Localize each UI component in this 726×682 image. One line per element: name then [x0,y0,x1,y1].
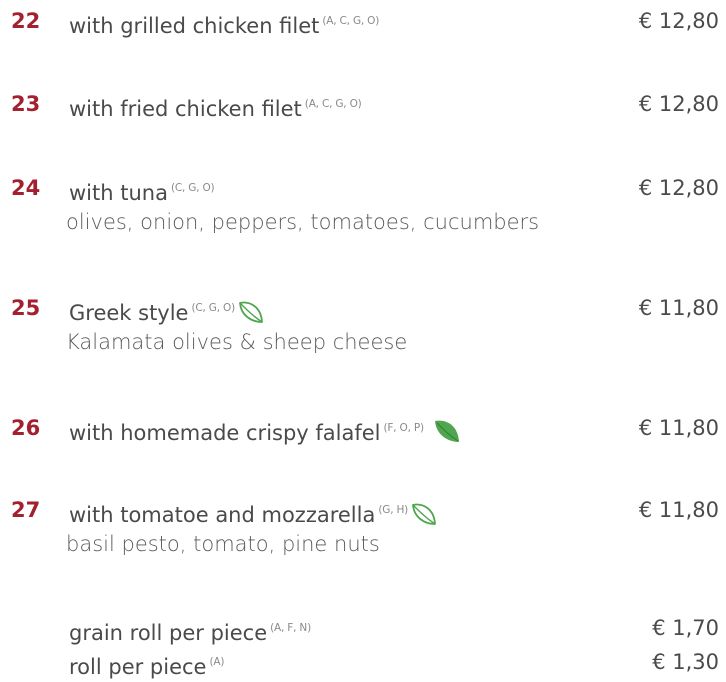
item-name: with tomatoe and mozzarella [69,503,376,527]
vegan-leaf-filled-icon [432,418,464,446]
item-description: Kalamata olives & sheep cheese [66,330,408,354]
item-title: with grilled chicken filet (A, C, G, O) [69,6,379,41]
item-allergens: (A, C, G, O) [322,15,380,27]
item-number: 24 [11,176,41,200]
extra-price: € 1,70 [652,616,719,640]
item-allergens: (G, H) [378,504,409,516]
item-price: € 11,80 [638,296,719,320]
item-allergens: (C, G, O) [170,182,215,194]
item-price: € 11,80 [638,416,719,440]
item-name: with fried chicken filet [69,97,302,121]
item-description: olives, onion, peppers, tomatoes, cucumb… [66,210,540,234]
item-title: with homemade crispy falafel (F, O, P) [69,413,464,448]
item-number: 22 [11,9,41,33]
item-number: 26 [11,416,41,440]
item-allergens: (F, O, P) [383,422,425,434]
item-price: € 12,80 [638,9,719,33]
item-price: € 11,80 [638,498,719,522]
item-name: with tuna [69,181,168,205]
extra-allergens: (A) [209,656,225,668]
extra-price: € 1,30 [652,650,719,674]
extra-allergens: (A, F, N) [270,622,311,634]
extra-name: grain roll per piece [69,621,268,645]
item-name: with grilled chicken filet [69,14,320,38]
item-number: 23 [11,92,41,116]
item-number: 27 [11,498,41,522]
menu-list: 22 with grilled chicken filet (A, C, G, O… [0,0,726,681]
vegetarian-leaf-outline-icon [237,300,267,326]
item-title: with tomatoe and mozzarella (G, H) [69,495,440,530]
item-name: with homemade crispy falafel [69,421,381,445]
item-title: with fried chicken filet (A, C, G, O) [69,89,362,124]
item-allergens: (C, G, O) [191,302,235,314]
extra-title: grain roll per piece (A, F, N) [69,613,311,648]
item-description: basil pesto, tomato, pine nuts [66,532,380,556]
vegetarian-leaf-outline-icon [410,502,440,528]
extra-name: roll per piece [69,655,207,679]
item-allergens: (A, C, G, O) [304,98,362,110]
item-price: € 12,80 [638,176,719,200]
extra-title: roll per piece (A) [69,647,224,682]
item-price: € 12,80 [638,92,719,116]
item-title: with tuna (C, G, O) [69,173,215,208]
item-number: 25 [11,296,41,320]
item-title: Greek style (C, G, O) [69,293,267,328]
item-name: Greek style [69,301,189,325]
